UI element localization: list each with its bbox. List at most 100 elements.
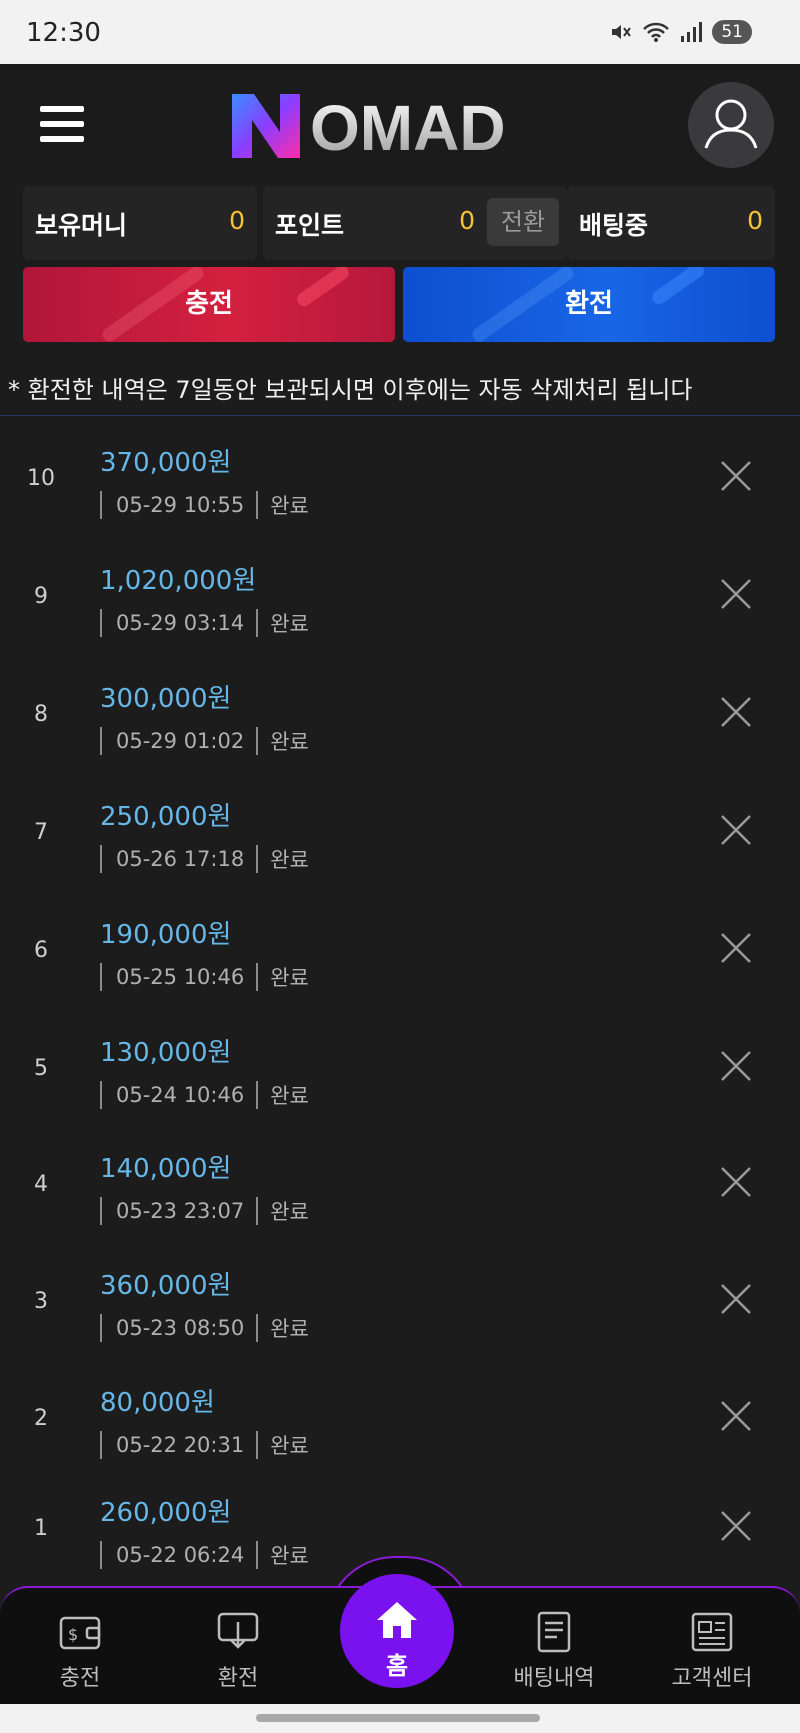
- list-item: 8 300,000원 05-29 01:02 완료: [0, 666, 800, 776]
- close-icon[interactable]: [718, 1398, 754, 1434]
- row-index: 6: [34, 938, 48, 963]
- close-icon[interactable]: [718, 458, 754, 494]
- row-datetime: 05-23 23:07: [116, 1199, 245, 1223]
- row-datetime: 05-26 17:18: [116, 847, 245, 871]
- document-icon: [537, 1611, 571, 1653]
- nav-exchange-label: 환전: [217, 1666, 259, 1691]
- row-index: 7: [34, 820, 48, 845]
- row-amount: 360,000원: [100, 1271, 232, 1301]
- nav-support[interactable]: 고객센터: [652, 1610, 772, 1692]
- balance-betting-value: 0: [747, 206, 763, 235]
- list-item: 9 1,020,000원 05-29 03:14 완료: [0, 548, 800, 658]
- convert-point-button[interactable]: 전환: [487, 198, 559, 246]
- row-meta: 05-25 10:46 완료: [100, 962, 309, 992]
- charge-button-label: 충전: [185, 289, 233, 319]
- row-status: 완료: [270, 494, 309, 518]
- row-index: 8: [34, 702, 48, 727]
- row-meta: 05-23 23:07 완료: [100, 1196, 309, 1226]
- balance-row: 보유머니 0 포인트 0 전환 배팅중 0: [23, 186, 775, 260]
- gesture-bar: [0, 1704, 800, 1733]
- battery-indicator: 51: [712, 20, 752, 44]
- close-icon[interactable]: [718, 1508, 754, 1544]
- svg-text:$: $: [68, 1625, 78, 1644]
- list-item: 5 130,000원 05-24 10:46 완료: [0, 1020, 800, 1130]
- row-amount: 1,020,000원: [100, 566, 257, 596]
- row-meta: 05-22 06:24 완료: [100, 1540, 309, 1570]
- row-meta: 05-29 01:02 완료: [100, 726, 309, 756]
- wallet-icon: $: [59, 1616, 101, 1650]
- list-item: 10 370,000원 05-29 10:55 완료: [0, 430, 800, 540]
- row-status: 완료: [270, 1200, 309, 1224]
- close-icon[interactable]: [718, 812, 754, 848]
- row-index: 1: [34, 1516, 48, 1541]
- status-bar: 12:30 51: [0, 0, 800, 64]
- row-index: 10: [27, 466, 55, 491]
- status-time: 12:30: [26, 18, 101, 48]
- row-datetime: 05-29 01:02: [116, 729, 245, 753]
- close-icon[interactable]: [718, 1048, 754, 1084]
- nav-support-label: 고객센터: [671, 1666, 753, 1691]
- row-index: 3: [34, 1289, 48, 1314]
- balance-point-label: 포인트: [275, 211, 345, 240]
- balance-betting-label: 배팅중: [579, 211, 649, 240]
- list-item: 4 140,000원 05-23 23:07 완료: [0, 1136, 800, 1246]
- menu-icon[interactable]: [40, 106, 84, 142]
- row-status: 완료: [270, 1084, 309, 1108]
- nav-home-label: 홈: [385, 1652, 409, 1680]
- mute-icon: [612, 25, 632, 39]
- row-status: 완료: [270, 848, 309, 872]
- close-icon[interactable]: [718, 1164, 754, 1200]
- nomad-logo: OMAD: [232, 92, 506, 164]
- row-index: 5: [34, 1056, 48, 1081]
- row-meta: 05-29 03:14 완료: [100, 608, 309, 638]
- row-meta: 05-29 10:55 완료: [100, 490, 309, 520]
- close-icon[interactable]: [718, 930, 754, 966]
- nav-exchange[interactable]: 환전: [178, 1610, 298, 1692]
- avatar[interactable]: [688, 82, 774, 168]
- balance-point-value: 0: [459, 206, 475, 235]
- monitor-download-icon: [217, 1612, 259, 1649]
- nav-charge-label: 충전: [59, 1666, 101, 1691]
- app-header: OMAD: [0, 64, 800, 184]
- row-index: 4: [34, 1172, 48, 1197]
- row-index: 9: [34, 584, 48, 609]
- divider: [0, 415, 800, 416]
- row-meta: 05-22 20:31 완료: [100, 1430, 309, 1460]
- signal-icon: [681, 22, 703, 42]
- wifi-icon: [643, 22, 670, 42]
- row-datetime: 05-25 10:46: [116, 965, 245, 989]
- balance-money: 보유머니 0: [23, 186, 257, 260]
- close-icon[interactable]: [718, 576, 754, 612]
- close-icon[interactable]: [718, 1281, 754, 1317]
- row-datetime: 05-24 10:46: [116, 1083, 245, 1107]
- decor-streak: [469, 267, 577, 342]
- nav-charge[interactable]: $ 충전: [20, 1610, 140, 1692]
- notice-text: * 환전한 내역은 7일동안 보관되시면 이후에는 자동 삭제처리 됩니다: [8, 376, 693, 404]
- balance-betting: 배팅중 0: [567, 186, 775, 260]
- charge-button[interactable]: 충전: [23, 267, 395, 342]
- close-icon[interactable]: [718, 694, 754, 730]
- row-status: 완료: [270, 1544, 309, 1568]
- row-amount: 260,000원: [100, 1498, 232, 1528]
- list-item: 6 190,000원 05-25 10:46 완료: [0, 902, 800, 1012]
- nav-home[interactable]: 홈: [340, 1574, 454, 1688]
- nav-bet-history[interactable]: 배팅내역: [494, 1610, 614, 1692]
- decor-streak: [649, 267, 707, 307]
- row-amount: 300,000원: [100, 684, 232, 714]
- row-datetime: 05-22 20:31: [116, 1433, 245, 1457]
- row-amount: 130,000원: [100, 1038, 232, 1068]
- row-meta: 05-23 08:50 완료: [100, 1313, 309, 1343]
- row-amount: 190,000원: [100, 920, 232, 950]
- home-icon: [377, 1602, 417, 1638]
- gesture-handle[interactable]: [256, 1714, 540, 1722]
- exchange-button[interactable]: 환전: [403, 267, 775, 342]
- exchange-button-label: 환전: [565, 289, 613, 319]
- list-item: 3 360,000원 05-23 08:50 완료: [0, 1253, 800, 1363]
- list-item: 7 250,000원 05-26 17:18 완료: [0, 784, 800, 894]
- user-icon: [704, 99, 758, 149]
- row-status: 완료: [270, 612, 309, 636]
- balance-money-value: 0: [229, 206, 245, 235]
- balance-money-label: 보유머니: [35, 211, 128, 240]
- list-item: 2 80,000원 05-22 20:31 완료: [0, 1370, 800, 1480]
- row-status: 완료: [270, 1434, 309, 1458]
